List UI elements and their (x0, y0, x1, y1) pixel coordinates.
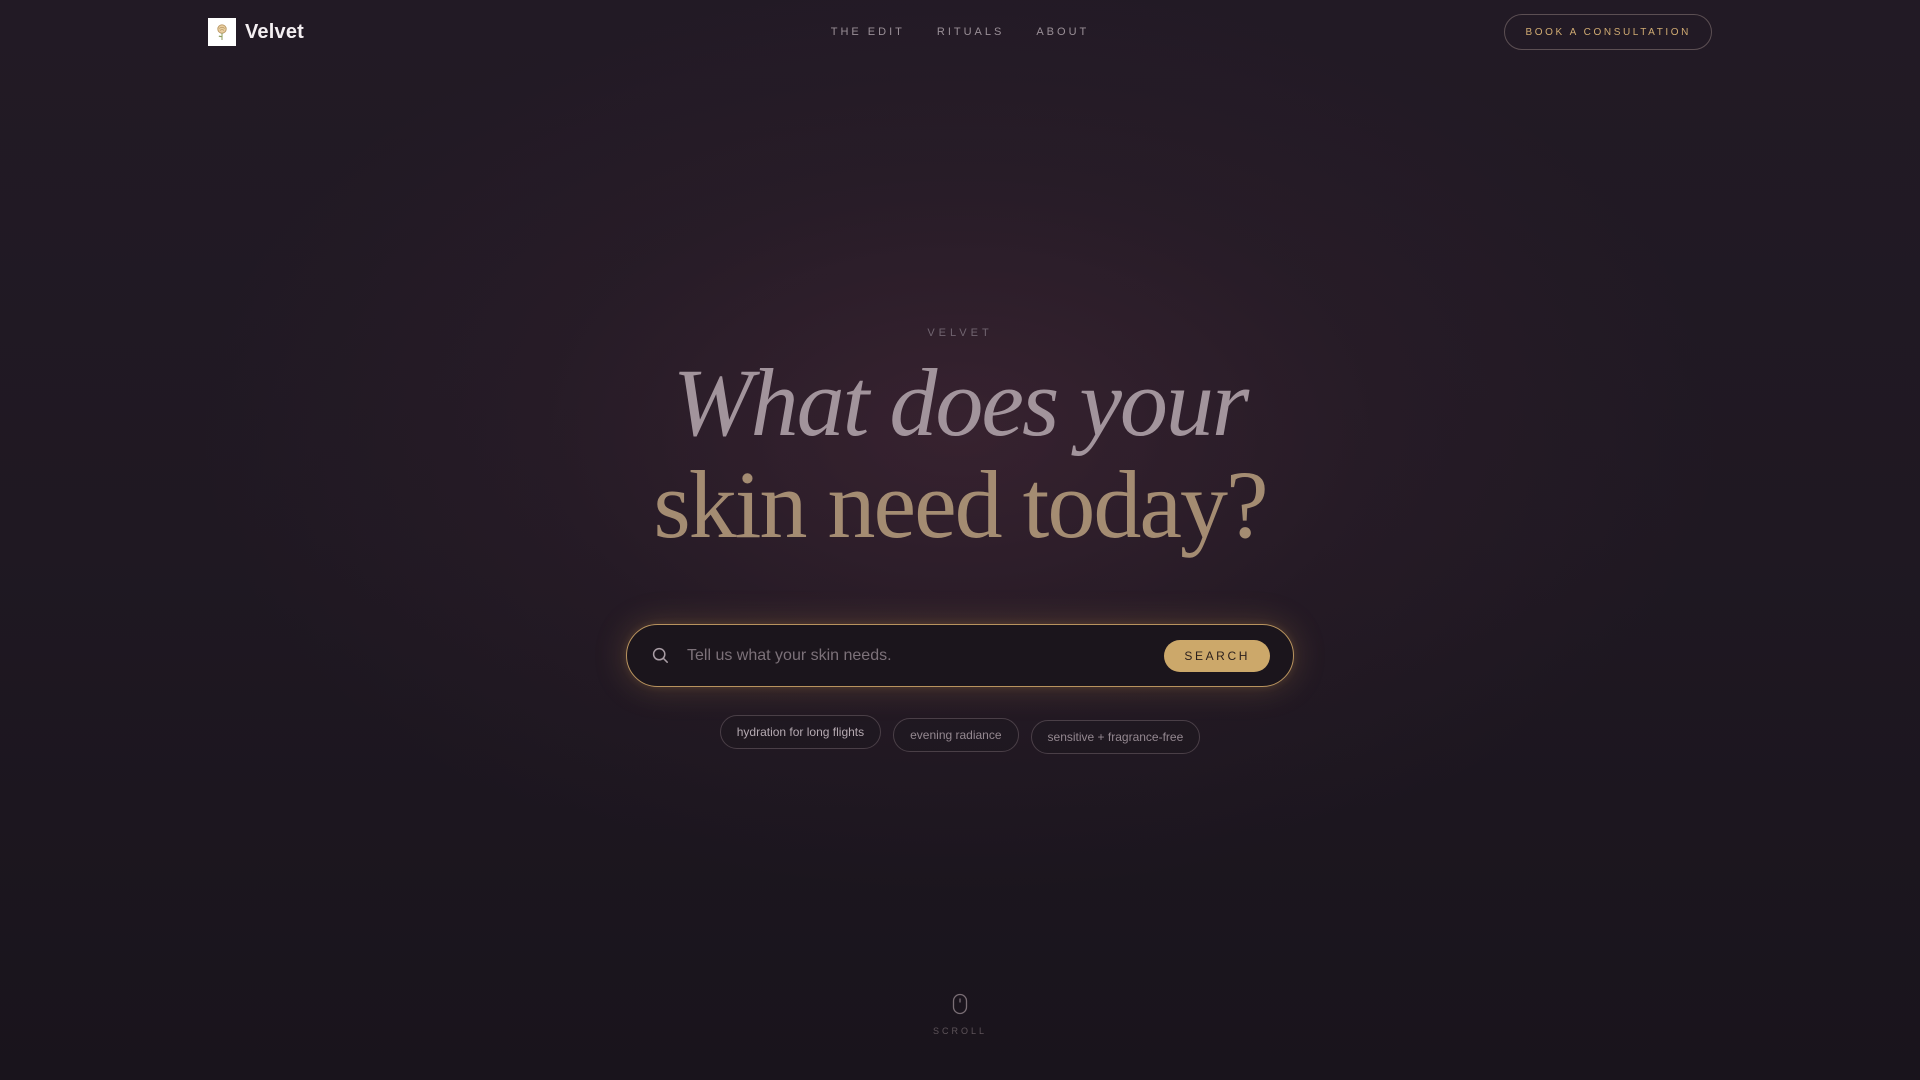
suggestion-chip-sensitive[interactable]: sensitive + fragrance-free (1030, 720, 1201, 754)
site-header: Velvet THE EDIT RITUALS ABOUT BOOK A CON… (0, 0, 1920, 64)
brand-logo-link[interactable]: Velvet (208, 18, 304, 46)
headline-line-2: skin need today? (653, 451, 1268, 558)
book-consultation-button[interactable]: BOOK A CONSULTATION (1504, 14, 1712, 50)
nav-item-rituals[interactable]: RITUALS (937, 26, 1004, 38)
nav-item-about[interactable]: ABOUT (1036, 26, 1089, 38)
hero-eyebrow: VELVET (927, 327, 993, 339)
suggestion-chip-hydration[interactable]: hydration for long flights (719, 715, 882, 749)
skin-search-form: SEARCH (626, 624, 1294, 687)
scroll-indicator[interactable]: SCROLL (0, 993, 1920, 1036)
hero-headline: What does your skin need today? (0, 352, 1920, 556)
nav-item-the-edit[interactable]: THE EDIT (831, 26, 905, 38)
search-icon (651, 647, 669, 665)
suggestion-chip-evening-radiance[interactable]: evening radiance (893, 718, 1019, 752)
rose-icon (208, 18, 236, 46)
headline-line-1: What does your (672, 349, 1250, 456)
brand-name: Velvet (245, 20, 305, 43)
skin-needs-search-input[interactable] (685, 645, 1165, 666)
scroll-label: SCROLL (932, 1026, 987, 1036)
search-button[interactable]: SEARCH (1164, 639, 1270, 672)
mouse-icon (952, 993, 968, 1020)
suggestion-chips: hydration for long flights evening radia… (0, 715, 1920, 754)
